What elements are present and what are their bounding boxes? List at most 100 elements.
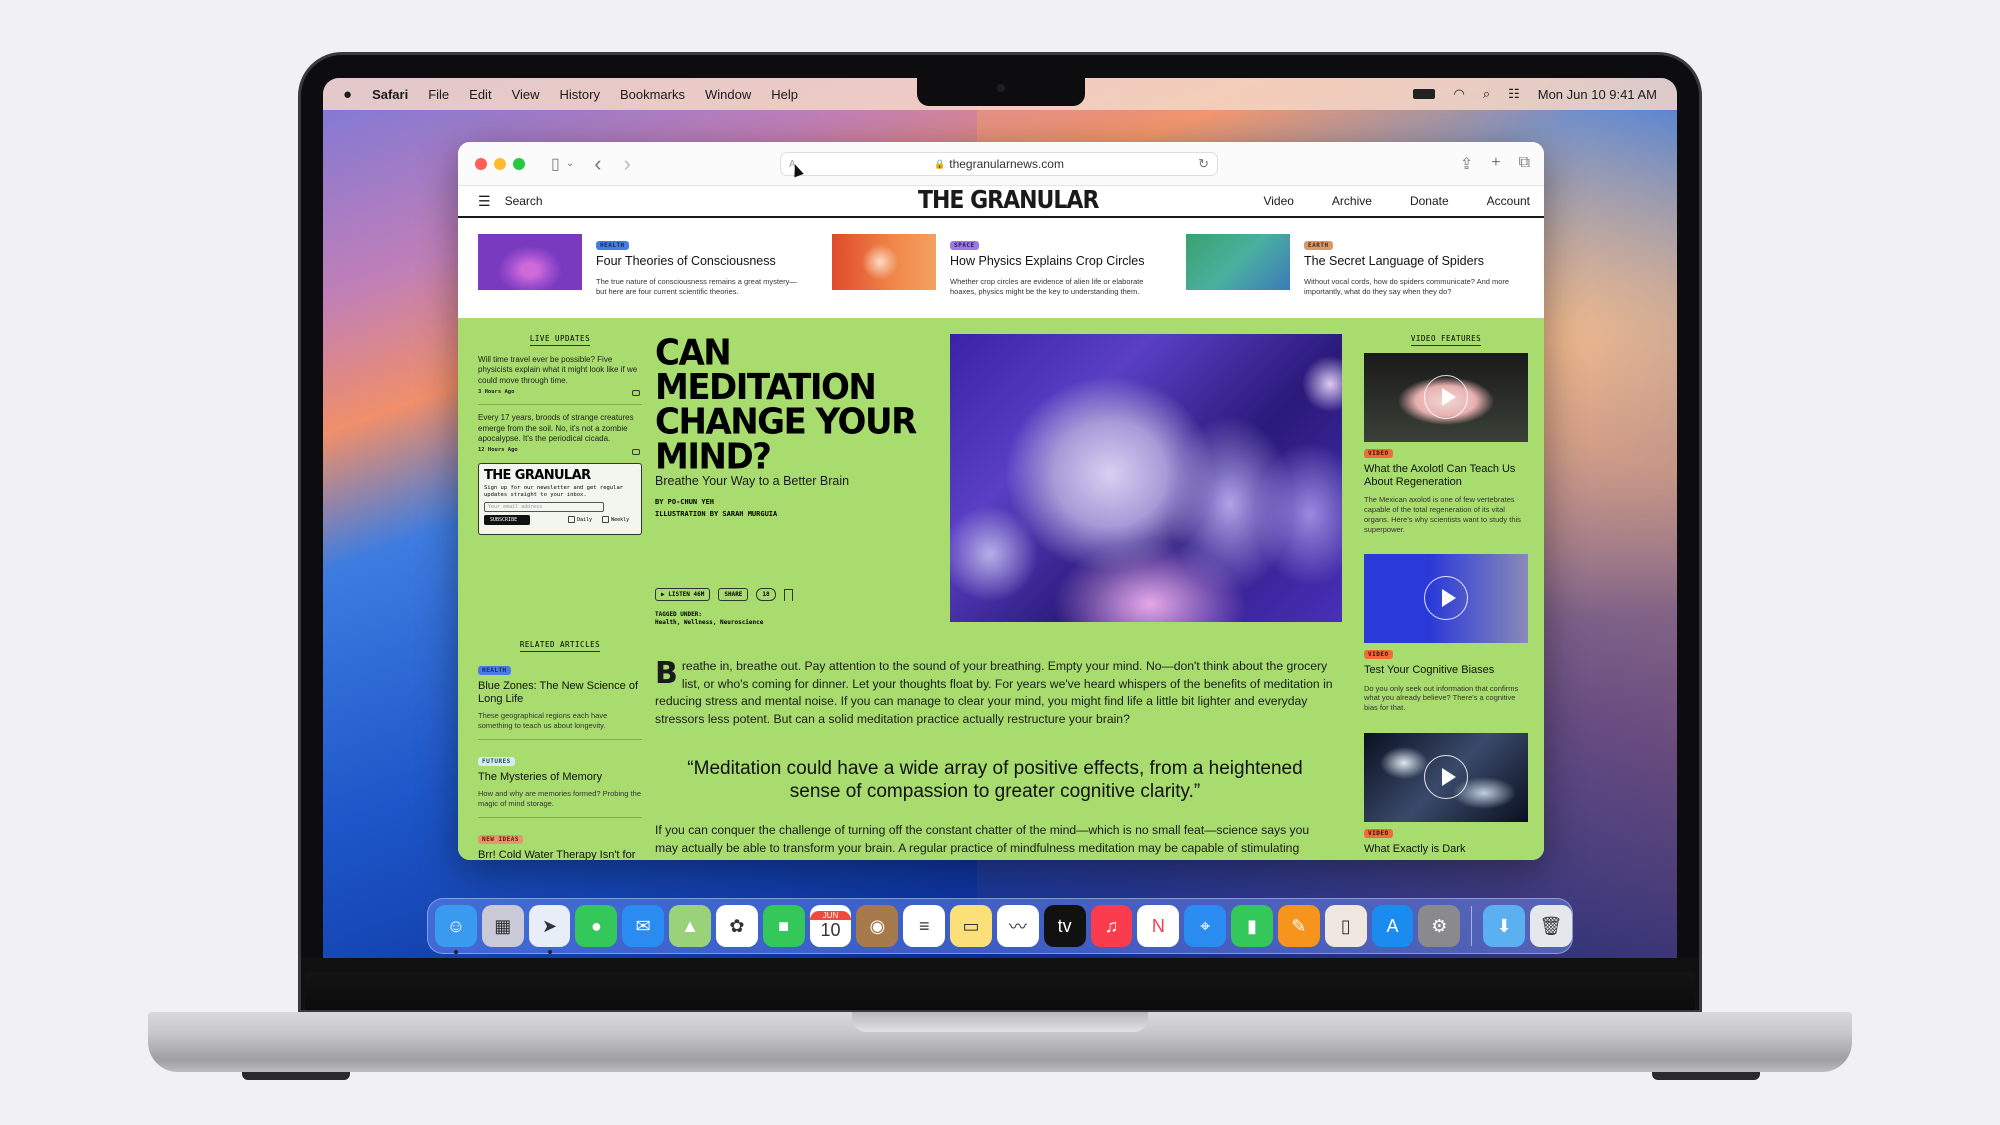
dock-mail-icon[interactable]: ✉ xyxy=(622,905,665,947)
article-title[interactable]: Four Theories of Consciousness xyxy=(596,254,806,268)
dock-launchpad-icon[interactable]: ▦ xyxy=(481,905,524,947)
play-icon[interactable] xyxy=(1424,754,1468,799)
nav-account[interactable]: Account xyxy=(1487,194,1530,208)
close-window-button[interactable] xyxy=(475,157,487,170)
related-title[interactable]: Blue Zones: The New Science of Long Life xyxy=(478,680,642,706)
chevron-down-icon[interactable]: ⌄ xyxy=(566,158,574,169)
email-input[interactable]: Your email address xyxy=(484,501,604,512)
video-thumbnail[interactable] xyxy=(1364,353,1528,442)
video-title[interactable]: Test Your Cognitive Biases xyxy=(1364,664,1528,677)
menu-bookmarks[interactable]: Bookmarks xyxy=(620,87,685,102)
video-item[interactable]: VIDEO Test Your Cognitive Biases Do you … xyxy=(1364,554,1528,712)
article-thumbnail[interactable] xyxy=(1186,234,1290,290)
related-item[interactable]: NEW IDEAS Brr! Cold Water Therapy Isn't … xyxy=(478,828,642,860)
article-thumbnail[interactable] xyxy=(832,234,936,290)
play-icon[interactable] xyxy=(1424,375,1468,419)
weekly-checkbox[interactable] xyxy=(602,516,610,524)
site-search-link[interactable]: Search xyxy=(505,194,543,208)
video-thumbnail[interactable] xyxy=(1364,554,1528,644)
nav-donate[interactable]: Donate xyxy=(1410,194,1449,208)
video-thumbnail[interactable] xyxy=(1364,732,1528,822)
dock-facetime-icon[interactable]: ■ xyxy=(762,905,805,947)
trending-item[interactable]: EARTH The Secret Language of Spiders Wit… xyxy=(1186,234,1540,306)
article-thumbnail[interactable] xyxy=(478,234,582,290)
site-logo[interactable]: THE GRANULAR xyxy=(918,186,1099,215)
comments-count-button[interactable]: 18 xyxy=(756,588,776,601)
dock-tv-icon[interactable]: tv xyxy=(1043,905,1086,947)
minimize-window-button[interactable] xyxy=(494,157,506,170)
new-tab-icon[interactable]: + xyxy=(1491,154,1500,174)
tab-overview-icon[interactable]: ⧉ xyxy=(1519,154,1530,174)
dock-app-store-icon[interactable]: A xyxy=(1371,905,1414,947)
play-icon[interactable] xyxy=(1424,576,1468,621)
address-bar[interactable]: A 🔒 thegranularnews.com ↻ xyxy=(780,152,1218,176)
menu-edit[interactable]: Edit xyxy=(469,87,491,102)
dock-safari-icon[interactable]: ➤ xyxy=(528,905,571,954)
battery-icon[interactable] xyxy=(1413,89,1436,99)
dock-pages-icon[interactable]: ✎ xyxy=(1277,905,1320,947)
dock-calendar-icon[interactable]: JUN 10 xyxy=(809,905,852,947)
live-update-item[interactable]: Will time travel ever be possible? Five … xyxy=(478,355,642,397)
tag-list[interactable]: Health, Wellness, Neuroscience xyxy=(655,619,763,627)
apple-menu-icon[interactable]: ● xyxy=(343,86,352,103)
dock-news-icon[interactable]: N xyxy=(1137,905,1180,947)
spotlight-search-icon[interactable]: ⌕ xyxy=(1483,86,1490,102)
dock-keynote-icon[interactable]: ⌖ xyxy=(1184,905,1227,947)
menu-clock[interactable]: Mon Jun 10 9:41 AM xyxy=(1538,87,1657,102)
menu-window[interactable]: Window xyxy=(705,87,751,102)
running-indicator xyxy=(454,950,458,954)
trending-item[interactable]: HEALTH Four Theories of Consciousness Th… xyxy=(478,234,832,306)
dock-reminders-icon[interactable]: ≡ xyxy=(903,905,946,947)
article-title[interactable]: The Secret Language of Spiders xyxy=(1304,254,1514,268)
dock-freeform-icon[interactable]: 〰 xyxy=(996,905,1039,947)
subscribe-button[interactable]: SUBSCRIBE xyxy=(484,514,530,525)
share-icon[interactable]: ⇪ xyxy=(1460,154,1473,174)
video-title[interactable]: What Exactly is Dark xyxy=(1364,843,1528,856)
dock-trash-icon[interactable]: 🗑 xyxy=(1530,905,1572,947)
dock-photos-icon[interactable]: ✿ xyxy=(715,905,758,947)
dock-numbers-icon[interactable]: ▮ xyxy=(1231,905,1273,947)
listen-button[interactable]: ▶ LISTEN 46M xyxy=(655,588,711,601)
dock-iphone-mirroring-icon[interactable]: ▯ xyxy=(1324,905,1367,947)
dock-contacts-icon[interactable]: ◉ xyxy=(856,905,899,947)
trending-item[interactable]: SPACE How Physics Explains Crop Circles … xyxy=(832,234,1186,306)
zoom-window-button[interactable] xyxy=(513,157,525,170)
video-item[interactable]: VIDEO What the Axolotl Can Teach Us Abou… xyxy=(1364,353,1528,534)
share-button[interactable]: SHARE xyxy=(718,588,749,601)
menu-app-name[interactable]: Safari xyxy=(372,87,408,102)
related-title[interactable]: Brr! Cold Water Therapy Isn't for Everyo… xyxy=(478,849,642,860)
wifi-icon[interactable]: ◠ xyxy=(1453,86,1464,102)
comment-icon[interactable] xyxy=(632,390,640,397)
dock-system-settings-icon[interactable]: ⚙ xyxy=(1418,905,1461,947)
daily-checkbox[interactable] xyxy=(568,516,575,524)
related-title[interactable]: The Mysteries of Memory xyxy=(478,771,642,784)
nav-archive[interactable]: Archive xyxy=(1332,194,1372,208)
dock-notes-icon[interactable]: ▭ xyxy=(950,905,992,947)
dock-music-icon[interactable]: ♫ xyxy=(1090,905,1133,947)
live-update-item[interactable]: Every 17 years, broods of strange creatu… xyxy=(478,413,642,455)
drop-cap: B xyxy=(655,656,678,691)
menu-view[interactable]: View xyxy=(512,87,540,102)
video-title[interactable]: What the Axolotl Can Teach Us About Rege… xyxy=(1364,463,1528,489)
related-item[interactable]: HEALTH Blue Zones: The New Science of Lo… xyxy=(478,659,642,731)
hamburger-menu-icon[interactable]: ☰ xyxy=(478,193,491,210)
dock-downloads-icon[interactable]: ⬇ xyxy=(1483,905,1526,947)
dock-maps-icon[interactable]: ▲ xyxy=(669,905,711,947)
menu-file[interactable]: File xyxy=(428,87,449,102)
music-glyph: ♫ xyxy=(1104,915,1119,936)
menu-help[interactable]: Help xyxy=(771,87,798,102)
comment-icon[interactable] xyxy=(632,448,640,455)
dock-finder-icon[interactable]: ☺ xyxy=(435,905,477,954)
related-item[interactable]: FUTURES The Mysteries of Memory How and … xyxy=(478,750,642,809)
video-item[interactable]: VIDEO What Exactly is Dark xyxy=(1364,732,1528,856)
dock-messages-icon[interactable]: ● xyxy=(575,905,618,947)
bookmark-icon[interactable] xyxy=(783,588,793,601)
menu-history[interactable]: History xyxy=(560,87,600,102)
forward-button[interactable]: › xyxy=(624,151,631,177)
back-button[interactable]: ‹ xyxy=(594,151,601,177)
reload-icon[interactable]: ↻ xyxy=(1198,156,1209,172)
nav-video[interactable]: Video xyxy=(1263,194,1293,208)
article-title[interactable]: How Physics Explains Crop Circles xyxy=(950,254,1160,268)
control-center-icon[interactable]: ☷ xyxy=(1508,86,1520,102)
sidebar-toggle-icon[interactable]: ▯ xyxy=(551,154,560,174)
